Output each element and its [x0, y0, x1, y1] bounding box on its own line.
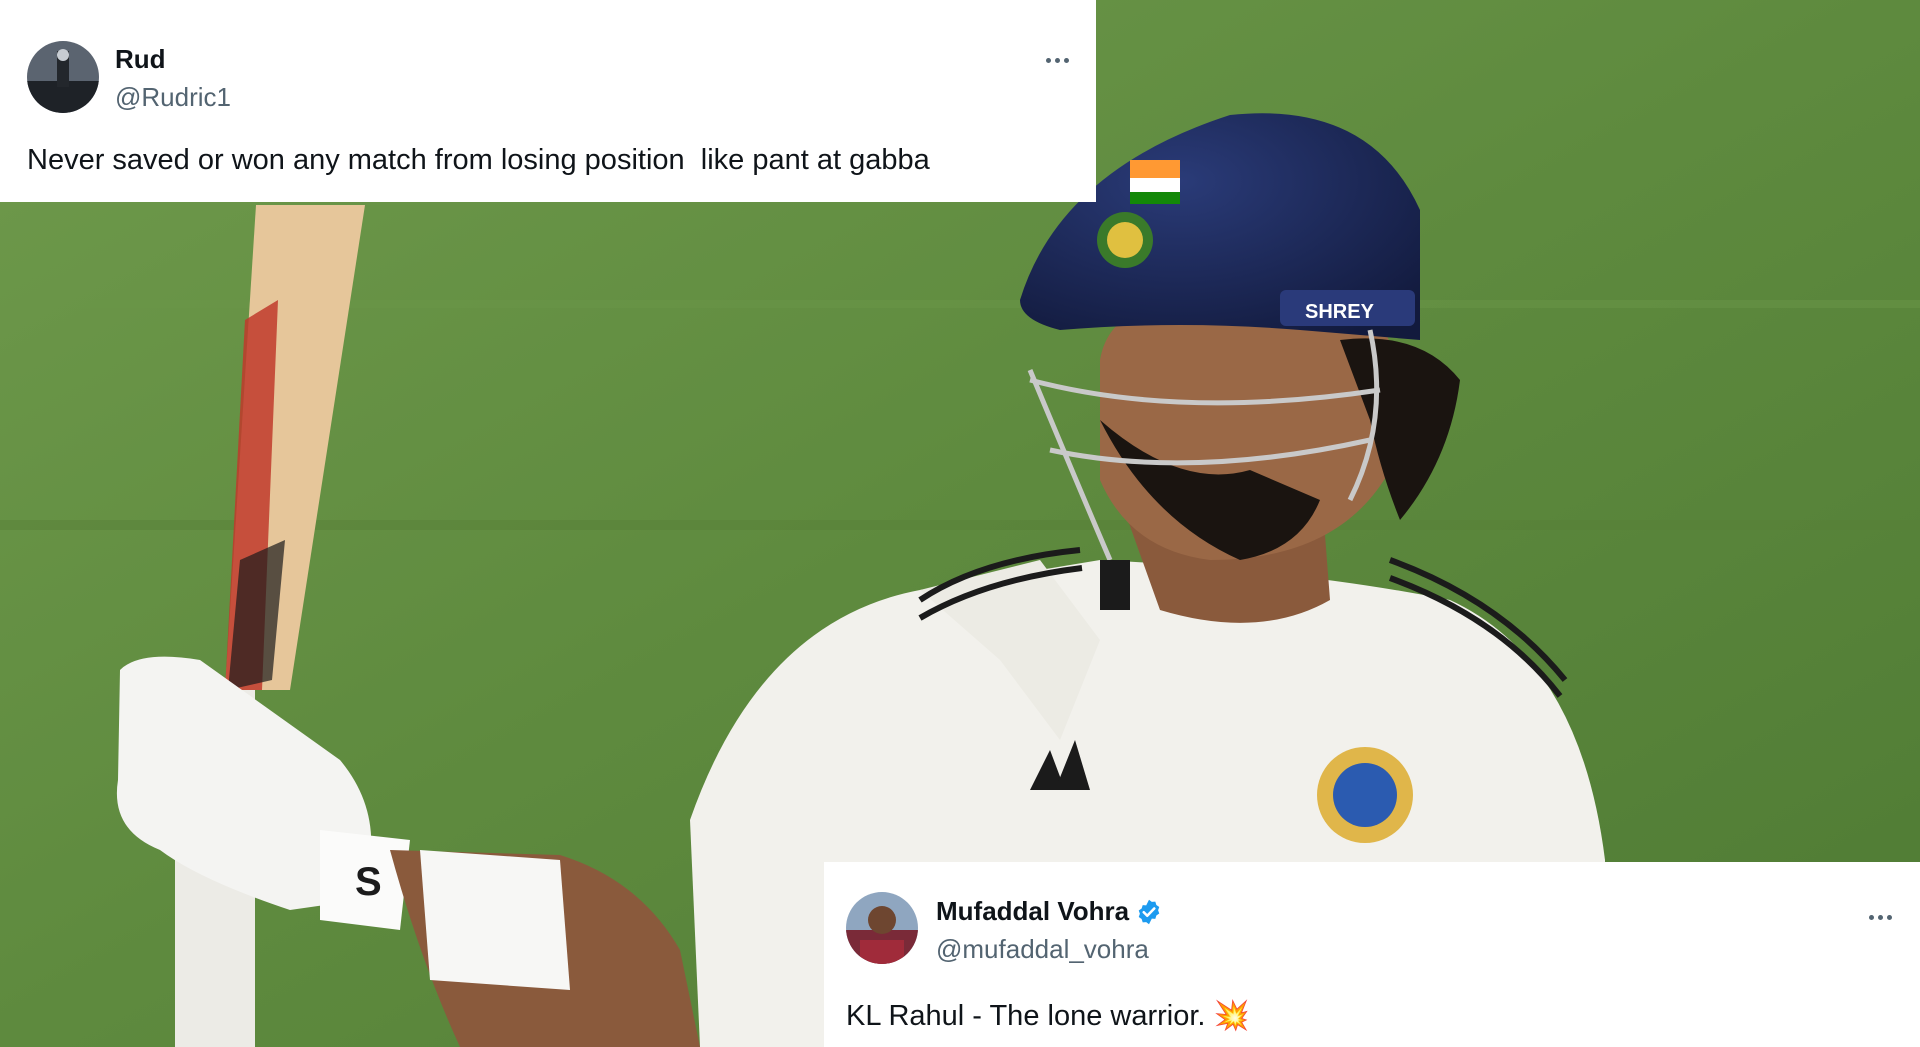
tweet-text-body: KL Rahul - The lone warrior.	[846, 1000, 1206, 1032]
more-horizontal-icon[interactable]	[1037, 50, 1077, 70]
author-name-row: Mufaddal Vohra	[936, 896, 1163, 927]
verified-badge-icon	[1138, 899, 1160, 924]
helmet-label: SHREY	[1305, 301, 1375, 323]
collision-emoji-icon: 💥	[1213, 998, 1250, 1032]
author-name-row: Rud	[115, 44, 166, 75]
tweet-card-rud[interactable]: Rud @Rudric1 Never saved or won any matc…	[0, 0, 1096, 202]
author-name[interactable]: Rud	[115, 44, 166, 75]
more-horizontal-icon[interactable]	[1860, 907, 1900, 927]
author-handle[interactable]: @Rudric1	[115, 82, 231, 113]
avatar[interactable]	[846, 892, 918, 964]
tweet-text: Never saved or won any match from losing…	[27, 144, 930, 176]
tweet-card-mufaddal[interactable]: Mufaddal Vohra @mufaddal_vohra KL Rahul …	[824, 862, 1920, 1047]
avatar[interactable]	[27, 41, 99, 113]
glove-logo: S	[355, 860, 382, 904]
author-handle[interactable]: @mufaddal_vohra	[936, 934, 1149, 965]
avatar-image	[846, 892, 918, 964]
tweet-text: KL Rahul - The lone warrior. 💥	[846, 998, 1250, 1033]
author-name[interactable]: Mufaddal Vohra	[936, 896, 1129, 927]
avatar-image	[27, 41, 99, 113]
